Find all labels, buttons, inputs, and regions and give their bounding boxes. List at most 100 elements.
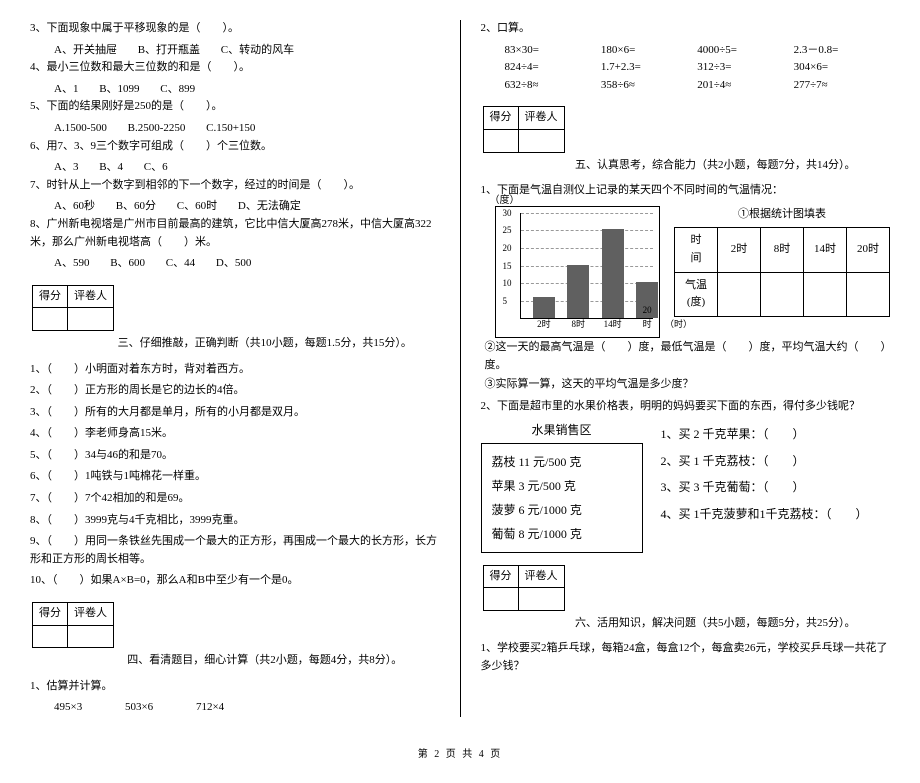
mc: 304×6= bbox=[794, 59, 890, 77]
judge-item: 8、（ ）3999克与4千克相比，3999克重。 bbox=[30, 512, 440, 530]
question-4-options: A、1 B、1099 C、899 bbox=[30, 81, 440, 99]
question-6: 6、用7、3、9三个数字可组成（ ）个三位数。 bbox=[30, 138, 440, 156]
grader-label: 评卷人 bbox=[518, 565, 564, 588]
question-3-options: A、开关抽屉 B、打开瓶盖 C、转动的风车 bbox=[30, 42, 440, 60]
question-3: 3、下面现象中属于平移现象的是（ ）。 bbox=[30, 20, 440, 38]
left-column: 3、下面现象中属于平移现象的是（ ）。 A、开关抽屉 B、打开瓶盖 C、转动的风… bbox=[30, 20, 440, 717]
fruit-price-wrap: 水果销售区 荔枝 11 元/500 克 苹果 3 元/500 克 菠萝 6 元/… bbox=[481, 421, 643, 552]
mc: 83×30= bbox=[505, 42, 601, 60]
mc: 312÷3= bbox=[697, 59, 793, 77]
grader-cell[interactable] bbox=[68, 308, 114, 331]
mc: 201÷4≈ bbox=[697, 77, 793, 95]
opt: B、600 bbox=[110, 255, 145, 273]
question-7: 7、时针从上一个数字到相邻的下一个数字，经过的时间是（ ）。 bbox=[30, 177, 440, 195]
page: 3、下面现象中属于平移现象的是（ ）。 A、开关抽屉 B、打开瓶盖 C、转动的风… bbox=[30, 20, 890, 717]
chart-bar bbox=[602, 229, 624, 317]
th-temp: 气温(度) bbox=[675, 272, 718, 316]
opt: C、60时 bbox=[177, 198, 217, 216]
score-cell[interactable] bbox=[33, 625, 68, 648]
score-box-6: 得分评卷人 bbox=[483, 565, 565, 611]
blank-cell[interactable] bbox=[761, 272, 804, 316]
score-box-4: 得分评卷人 bbox=[32, 602, 114, 648]
fruit-q-item: 1、买 2 千克苹果：（ ） bbox=[661, 421, 868, 447]
calc-item: 503×6 bbox=[125, 699, 153, 717]
grader-cell[interactable] bbox=[518, 588, 564, 611]
chart-bar bbox=[567, 265, 589, 318]
grader-label: 评卷人 bbox=[518, 107, 564, 130]
opt: A、3 bbox=[54, 159, 78, 177]
fruit-questions: 1、买 2 千克苹果：（ ） 2、买 1 千克荔枝：（ ） 3、买 3 千克葡萄… bbox=[661, 421, 868, 552]
section-4-q1: 1、估算并计算。 bbox=[30, 678, 440, 696]
grader-cell[interactable] bbox=[518, 129, 564, 152]
opt: A、开关抽屉 bbox=[54, 42, 117, 60]
score-label: 得分 bbox=[483, 565, 518, 588]
section-5-q1: 1、下面是气温自测仪上记录的某天四个不同时间的气温情况： bbox=[481, 182, 891, 200]
mental-calc: 83×30= 180×6= 4000÷5= 2.3－0.8= 824÷4= 1.… bbox=[481, 42, 891, 95]
mc: 2.3－0.8= bbox=[794, 42, 890, 60]
right-column: 2、口算。 83×30= 180×6= 4000÷5= 2.3－0.8= 824… bbox=[481, 20, 891, 717]
chart-bar bbox=[533, 297, 555, 318]
judge-item: 6、（ ）1吨铁与1吨棉花一样重。 bbox=[30, 468, 440, 486]
opt: C.150+150 bbox=[206, 120, 255, 138]
section-6-title: 六、活用知识，解决问题（共5小题，每题5分，共25分）。 bbox=[541, 615, 891, 633]
opt: B、1099 bbox=[99, 81, 139, 99]
fruit-area: 水果销售区 荔枝 11 元/500 克 苹果 3 元/500 克 菠萝 6 元/… bbox=[481, 421, 891, 552]
tc: 2时 bbox=[718, 228, 761, 272]
fill-table: 时 间 2时 8时 14时 20时 气温(度) bbox=[674, 227, 890, 316]
opt: C、转动的风车 bbox=[221, 42, 294, 60]
mc: 358÷6≈ bbox=[601, 77, 697, 95]
score-cell[interactable] bbox=[483, 588, 518, 611]
column-divider bbox=[460, 20, 461, 717]
judge-item: 9、（ ）用同一条铁丝先围成一个最大的正方形，再围成一个最大的长方形，长方形和正… bbox=[30, 533, 440, 568]
score-cell[interactable] bbox=[33, 308, 68, 331]
fruit-row: 荔枝 11 元/500 克 bbox=[492, 450, 632, 474]
opt: A、1 bbox=[54, 81, 78, 99]
judge-item: 3、（ ）所有的大月都是单月，所有的小月都是双月。 bbox=[30, 404, 440, 422]
mc: 277÷7≈ bbox=[794, 77, 890, 95]
opt: D、无法确定 bbox=[238, 198, 301, 216]
section-4-title: 四、看清题目，细心计算（共2小题，每题4分，共8分）。 bbox=[90, 652, 440, 670]
question-8: 8、广州新电视塔是广州市目前最高的建筑，它比中信大厦高278米，中信大厦高322… bbox=[30, 216, 440, 251]
question-8-options: A、590 B、600 C、44 D、500 bbox=[30, 255, 440, 273]
mc: 632÷8≈ bbox=[505, 77, 601, 95]
score-label: 得分 bbox=[483, 107, 518, 130]
blank-cell[interactable] bbox=[804, 272, 847, 316]
question-7-options: A、60秒 B、60分 C、60时 D、无法确定 bbox=[30, 198, 440, 216]
fruit-q-item: 4、买 1千克菠萝和1千克荔枝：（ ） bbox=[661, 501, 868, 527]
opt: B、4 bbox=[99, 159, 123, 177]
mental-calc-title: 2、口算。 bbox=[481, 20, 891, 38]
section-6-q1: 1、学校要买2箱乒乓球，每箱24盒，每盒12个，每盒卖26元，学校买乒乓球一共花… bbox=[481, 640, 891, 675]
calc-item: 712×4 bbox=[196, 699, 224, 717]
mc: 824÷4= bbox=[505, 59, 601, 77]
question-5-options: A.1500-500 B.2500-2250 C.150+150 bbox=[30, 120, 440, 138]
mc: 1.7+2.3= bbox=[601, 59, 697, 77]
opt: A.1500-500 bbox=[54, 120, 107, 138]
section-5-q2: 2、下面是超市里的水果价格表，明明的妈妈要买下面的东西，得付多少钱呢？ bbox=[481, 398, 891, 416]
question-4: 4、最小三位数和最大三位数的和是（ ）。 bbox=[30, 59, 440, 77]
sub-q-2: ②这一天的最高气温是（ ）度，最低气温是（ ）度，平均气温大约（ ）度。 bbox=[481, 338, 891, 375]
question-5: 5、下面的结果刚好是250的是（ ）。 bbox=[30, 98, 440, 116]
opt: B.2500-2250 bbox=[128, 120, 186, 138]
opt: C、44 bbox=[166, 255, 195, 273]
score-label: 得分 bbox=[33, 603, 68, 626]
score-box-3: 得分评卷人 bbox=[32, 285, 114, 331]
opt: A、590 bbox=[54, 255, 89, 273]
page-footer: 第 2 页 共 4 页 bbox=[30, 747, 890, 763]
grader-label: 评卷人 bbox=[68, 603, 114, 626]
judge-item: 4、（ ）李老师身高15米。 bbox=[30, 425, 440, 443]
score-label: 得分 bbox=[33, 285, 68, 308]
fruit-row: 苹果 3 元/500 克 bbox=[492, 474, 632, 498]
chart-and-table: （度） 510152025302时8时14时20时（时） ①根据统计图填表 时 … bbox=[481, 206, 891, 338]
tc: 14时 bbox=[804, 228, 847, 272]
score-cell[interactable] bbox=[483, 129, 518, 152]
fruit-price-table: 荔枝 11 元/500 克 苹果 3 元/500 克 菠萝 6 元/1000 克… bbox=[481, 443, 643, 553]
blank-cell[interactable] bbox=[847, 272, 890, 316]
grader-cell[interactable] bbox=[68, 625, 114, 648]
mc: 4000÷5= bbox=[697, 42, 793, 60]
judge-item: 1、（ ）小明面对着东方时，背对着西方。 bbox=[30, 361, 440, 379]
section-5-title: 五、认真思考，综合能力（共2小题，每题7分，共14分）。 bbox=[541, 157, 891, 175]
th-time: 时 间 bbox=[675, 228, 718, 272]
temperature-chart: （度） 510152025302时8时14时20时（时） bbox=[495, 206, 661, 338]
blank-cell[interactable] bbox=[718, 272, 761, 316]
fruit-title: 水果销售区 bbox=[481, 421, 643, 440]
